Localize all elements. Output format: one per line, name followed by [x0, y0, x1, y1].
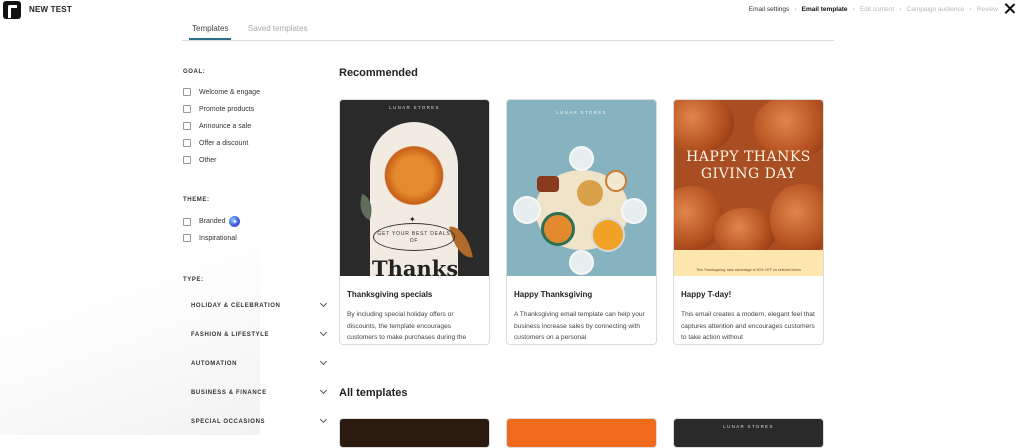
- filter-goal-other[interactable]: Other: [183, 156, 217, 164]
- plate-illustration: [513, 196, 541, 224]
- pumpkin-image: [770, 184, 823, 254]
- filter-goal-promote[interactable]: Promote products: [183, 105, 254, 113]
- filter-label: Other: [199, 156, 217, 164]
- thumb-headline: Thanks: [372, 256, 459, 276]
- filter-label: Welcome & engage: [199, 88, 260, 96]
- type-fashion-lifestyle[interactable]: FASHION & LIFESTYLE: [191, 328, 328, 338]
- checkbox[interactable]: [183, 105, 191, 113]
- type-label: AUTOMATION: [191, 361, 238, 367]
- filter-goal-announce[interactable]: Announce a sale: [183, 122, 251, 130]
- type-title: TYPE:: [183, 277, 204, 283]
- filter-label: Announce a sale: [199, 122, 252, 130]
- template-thumbnail: LUNAR STORES: [507, 100, 656, 276]
- chevron-right-icon: ›: [852, 6, 855, 13]
- filter-theme-branded[interactable]: Branded ✦: [183, 216, 241, 227]
- type-holiday-celebration[interactable]: HOLIDAY & CELEBRATION: [191, 299, 328, 309]
- type-label: FASHION & LIFESTYLE: [191, 332, 270, 338]
- filter-label: Offer a discount: [199, 139, 249, 147]
- chevron-right-icon: ›: [899, 6, 902, 13]
- template-tabs: Templates Saved templates: [182, 22, 834, 41]
- step-email-settings[interactable]: Email settings: [749, 6, 789, 13]
- dish-illustration: [577, 180, 603, 206]
- plate-illustration: [621, 198, 647, 224]
- filter-label: Branded: [199, 218, 226, 225]
- theme-title: THEME:: [183, 197, 210, 203]
- filter-label: Promote products: [199, 105, 255, 113]
- top-bar: NEW TEST Email settings › Email template…: [0, 0, 1024, 22]
- filter-goal-welcome[interactable]: Welcome & engage: [183, 88, 260, 96]
- checkbox[interactable]: [183, 88, 191, 96]
- card-title: Happy T-day!: [681, 290, 732, 299]
- template-thumbnail: LUNAR STORES ✦ GET YOUR BEST DEALS OF Th…: [340, 100, 489, 276]
- tab-saved-templates[interactable]: Saved templates: [248, 24, 308, 39]
- card-title: Happy Thanksgiving: [514, 290, 593, 299]
- thumb-store-name: LUNAR STORES: [556, 110, 607, 115]
- checkbox[interactable]: [183, 122, 191, 130]
- checkbox[interactable]: [183, 139, 191, 147]
- chevron-right-icon: ›: [794, 6, 797, 13]
- filter-theme-inspirational[interactable]: Inspirational: [183, 234, 237, 242]
- chevron-right-icon: ›: [969, 6, 972, 13]
- type-label: BUSINESS & FINANCE: [191, 390, 267, 396]
- goal-title: GOAL:: [183, 69, 206, 75]
- app-logo-icon: [3, 1, 21, 19]
- step-email-template[interactable]: Email template: [802, 6, 848, 13]
- step-review: Review: [976, 6, 998, 13]
- plate-illustration: [569, 146, 594, 171]
- chevron-down-icon: [319, 415, 328, 424]
- card-description: This email creates a modern, elegant fee…: [681, 311, 815, 341]
- thumb-headline: HAPPY THANKS GIVING DAY: [686, 149, 811, 182]
- template-card[interactable]: LUNAR STORES: [673, 418, 824, 448]
- filter-label: Inspirational: [199, 234, 237, 242]
- checkbox[interactable]: [183, 234, 191, 242]
- close-icon[interactable]: [1004, 3, 1015, 14]
- chevron-down-icon: [319, 357, 328, 366]
- thumb-offer-oval: GET YOUR BEST DEALS OF: [373, 223, 455, 251]
- pumpkin-image: [674, 100, 734, 152]
- chevron-down-icon: [319, 328, 328, 337]
- template-card-happy-t-day[interactable]: HAPPY THANKS GIVING DAY This Thanksgivin…: [673, 99, 824, 345]
- tab-templates[interactable]: Templates: [189, 24, 232, 40]
- template-card[interactable]: [339, 418, 490, 448]
- pumpkin-image: [714, 208, 776, 256]
- checkbox[interactable]: [183, 156, 191, 164]
- card-description: A Thanksgiving email template can help y…: [514, 311, 645, 341]
- type-special-occasions[interactable]: SPECIAL OCCASIONS: [191, 415, 328, 425]
- thumb-offer-strip: [674, 250, 823, 276]
- app-title: NEW TEST: [29, 5, 72, 14]
- dish-illustration: [541, 212, 575, 246]
- type-business-finance[interactable]: BUSINESS & FINANCE: [191, 386, 328, 396]
- dish-illustration: [605, 170, 627, 192]
- filter-goal-discount[interactable]: Offer a discount: [183, 139, 248, 147]
- chevron-down-icon: [319, 299, 328, 308]
- all-templates-heading: All templates: [339, 387, 408, 399]
- step-campaign-audience: Campaign audience: [906, 6, 965, 13]
- recommended-heading: Recommended: [339, 67, 418, 79]
- thumb-store-name: LUNAR STORES: [389, 105, 440, 110]
- dish-illustration: [591, 218, 625, 252]
- card-description: By including special holiday offers or d…: [347, 311, 467, 341]
- step-edit-content: Edit content: [859, 6, 895, 13]
- template-card[interactable]: [506, 418, 657, 448]
- template-card-thanksgiving-specials[interactable]: LUNAR STORES ✦ GET YOUR BEST DEALS OF Th…: [339, 99, 490, 345]
- plate-illustration: [569, 250, 594, 275]
- wizard-steps: Email settings › Email template › Edit c…: [749, 6, 998, 13]
- template-thumbnail: HAPPY THANKS GIVING DAY This Thanksgivin…: [674, 100, 823, 276]
- type-label: HOLIDAY & CELEBRATION: [191, 303, 281, 309]
- thumb-store-name: LUNAR STORES: [723, 424, 774, 429]
- chevron-down-icon: [319, 386, 328, 395]
- thumb-offer-text: This Thanksgiving, take advantage of 30%…: [696, 268, 801, 272]
- card-title: Thanksgiving specials: [347, 290, 433, 299]
- template-card-happy-thanksgiving[interactable]: LUNAR STORES Happy Thanksgiving A Thanks…: [506, 99, 657, 345]
- dish-illustration: [537, 176, 559, 192]
- sparkle-badge-icon: ✦: [229, 216, 241, 227]
- checkbox[interactable]: [183, 217, 191, 226]
- type-automation[interactable]: AUTOMATION: [191, 357, 328, 367]
- pumpkin-image: [374, 126, 454, 216]
- type-label: SPECIAL OCCASIONS: [191, 419, 266, 425]
